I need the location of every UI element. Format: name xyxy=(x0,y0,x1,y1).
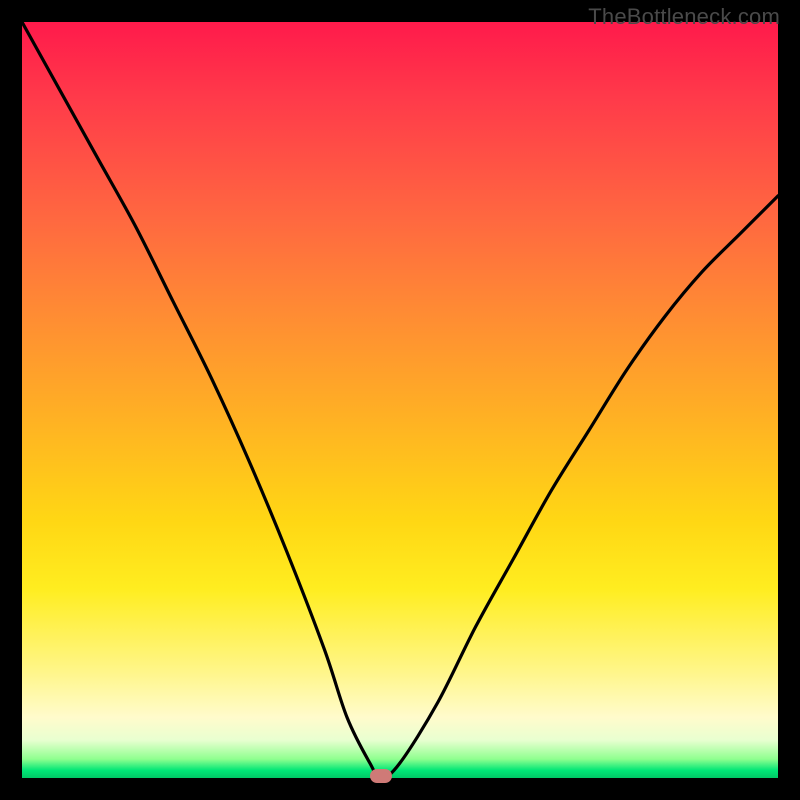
plot-area xyxy=(22,22,778,778)
chart-frame: TheBottleneck.com xyxy=(0,0,800,800)
optimal-point-marker xyxy=(370,769,392,783)
bottleneck-curve xyxy=(22,22,778,778)
watermark-text: TheBottleneck.com xyxy=(588,4,780,30)
